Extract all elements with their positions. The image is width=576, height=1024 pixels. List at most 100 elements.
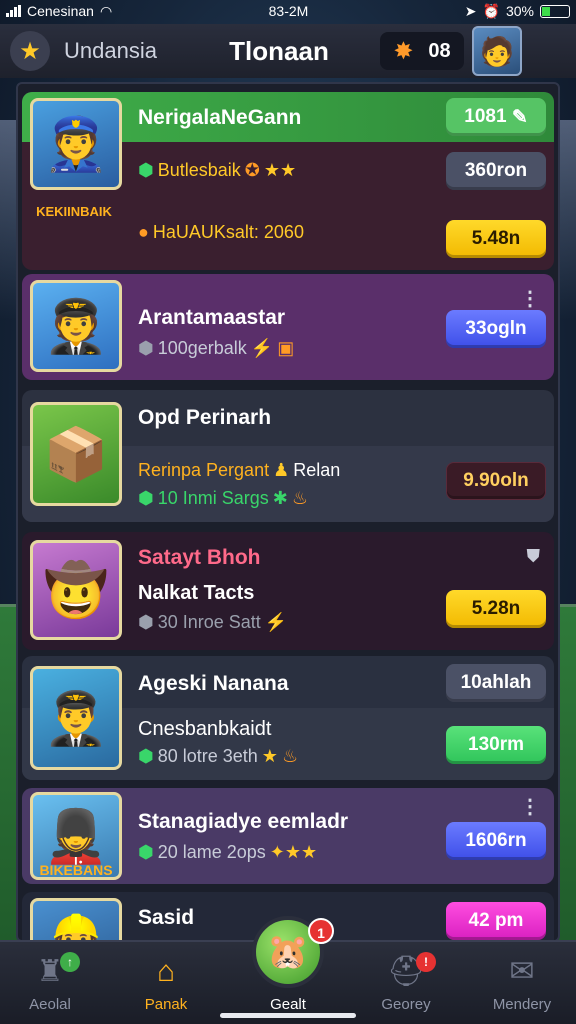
- battery-percent: 30%: [505, 3, 534, 19]
- flame-icon: ♨: [281, 746, 299, 766]
- nav-badge: !: [416, 952, 436, 972]
- gem-icon: ⬢: [138, 612, 154, 632]
- nav-label: Gealt: [270, 996, 306, 1013]
- favorites-button[interactable]: ★: [10, 31, 50, 71]
- gem-icon: ⬢: [138, 488, 154, 508]
- star-rating-icon: ✦★★: [269, 842, 318, 862]
- medal-icon: ✪: [244, 160, 260, 180]
- card-name: Sasid: [138, 906, 195, 929]
- carrier-label: Cenesinan: [27, 3, 94, 19]
- bottom-nav: ♜ ↑ Aeolal ⌂ Panak 🐹 1 Gealt ⛑ ! Georey …: [0, 916, 576, 1024]
- card-portrait: 👷: [30, 898, 122, 940]
- header-subtitle: Undansia: [64, 38, 157, 63]
- home-indicator[interactable]: [220, 1013, 356, 1018]
- card-subtitle-1: Nalkat Tacts: [138, 582, 255, 604]
- wifi-icon: ◠: [99, 2, 113, 19]
- price-button[interactable]: 360ron: [446, 152, 546, 190]
- shield-icon: ⛊: [526, 546, 541, 566]
- avatar-portrait-icon: 🧑: [479, 35, 515, 67]
- status-bar: Cenesinan ◠ 83-2M ➤ ⏰ 30%: [0, 0, 576, 22]
- card-name: Arantamaastar: [138, 306, 286, 329]
- card-name: Satayt Bhoh: [138, 546, 261, 569]
- card-badge: BIKEBANS: [39, 862, 113, 878]
- card-subtitle: ⬢ 30 Inroe Satt ⚡: [138, 612, 288, 632]
- list-item[interactable]: 🧑‍✈️ Arantamaastar ⬢ 100gerbalk ⚡ ▣ ⋮ 33…: [22, 274, 554, 380]
- price-button[interactable]: 130rm: [446, 726, 546, 764]
- card-subtitle-1: Cnesbanbkaidt: [138, 718, 272, 740]
- nav-item-mendery[interactable]: ✉ Mendery: [472, 952, 572, 1013]
- nav-item-panak[interactable]: ⌂ Panak: [116, 952, 216, 1013]
- bolt-icon: ⚡: [250, 338, 274, 358]
- card-subtitle: ⬢ 20 lame 2ops ✦★★: [138, 842, 318, 862]
- price-button[interactable]: 1606rn: [446, 822, 546, 860]
- battery-icon: [539, 4, 570, 18]
- card-name: Stanagiadye eemladr: [138, 810, 349, 833]
- buy-button[interactable]: 5.48n: [446, 220, 546, 258]
- card-name: Ageski Nanana: [138, 672, 289, 695]
- castle-icon: ♜: [36, 955, 64, 988]
- character-icon: 🐹: [266, 933, 310, 971]
- list-item[interactable]: 👨‍✈️ Ageski Nanana 10ahlah Cnesbanbkaidt…: [22, 656, 554, 780]
- list-item[interactable]: 👮 NerigalaNeGann 1081 ✎ ⬢ Butlesbaik ✪ ★…: [22, 92, 554, 270]
- price-button[interactable]: 9.90oln: [446, 462, 546, 500]
- helmet-icon: ⛑: [386, 955, 426, 988]
- player-avatar[interactable]: 🧑: [472, 26, 522, 76]
- top-header: ★ Undansia Tlonaan ✸ 08 🧑: [0, 24, 576, 78]
- signal-icon: [6, 5, 21, 17]
- list-item[interactable]: 💂 BIKEBANS Stanagiadye eemladr ⬢ 20 lame…: [22, 788, 554, 884]
- person-icon: ♟: [273, 460, 290, 480]
- card-subtitle: ⬢ 100gerbalk ⚡ ▣: [138, 338, 295, 358]
- card-extra-line: ● HaUAUKsalt: 2060: [138, 222, 304, 242]
- buy-button[interactable]: 5.28n: [446, 590, 546, 628]
- location-icon: ➤: [464, 2, 477, 19]
- nav-item-georey[interactable]: ⛑ ! Georey: [356, 952, 456, 1013]
- gem-icon: ⬢: [138, 842, 154, 862]
- chest-icon: ▣: [277, 338, 295, 358]
- card-portrait: 👨‍✈️: [30, 666, 122, 770]
- coin-counter[interactable]: ✸ 08: [380, 32, 464, 70]
- flame-icon: ♨: [291, 488, 309, 508]
- star-icon: ★: [19, 37, 41, 65]
- star-coin-icon: ✸: [393, 37, 414, 65]
- coin-count: 08: [428, 39, 451, 62]
- card-portrait: 📦: [30, 402, 122, 506]
- clock: 83-2M: [268, 3, 309, 19]
- notification-badge: 1: [308, 918, 334, 944]
- sparkle-icon: ✱: [272, 488, 288, 508]
- star-rating-icon: ★: [261, 746, 278, 766]
- more-options-icon[interactable]: ⋮: [520, 794, 540, 819]
- bolt-icon: ⚡: [264, 612, 288, 632]
- card-subtitle: ⬢ 80 lotre 3eth ★ ♨: [138, 746, 299, 766]
- gem-icon: ⬢: [138, 338, 154, 358]
- card-subtitle: ⬢ 10 Inmi Sargs ✱ ♨: [138, 488, 309, 508]
- nav-badge: ↑: [60, 952, 80, 972]
- list-item[interactable]: 🤠 Satayt Bhoh Nalkat Tacts ⬢ 30 Inroe Sa…: [22, 532, 554, 650]
- home-icon: ⌂: [156, 955, 176, 988]
- card-badge: KEKIINBAIK: [36, 204, 112, 219]
- card-top-value[interactable]: 10ahlah: [446, 664, 546, 702]
- card-portrait: 🧑‍✈️: [30, 280, 122, 372]
- nav-label: Georey: [381, 996, 431, 1013]
- player-list: 👮 NerigalaNeGann 1081 ✎ ⬢ Butlesbaik ✪ ★…: [16, 82, 560, 942]
- card-top-value[interactable]: 1081 ✎: [446, 98, 546, 136]
- star-rating-icon: ★★: [263, 160, 297, 180]
- list-item[interactable]: 📦 Opd Perinarh Rerinpa Pergant ♟ Relan ⬢…: [22, 390, 554, 522]
- card-name: Opd Perinarh: [138, 406, 272, 429]
- nav-label: Aeolal: [29, 996, 71, 1013]
- gem-icon: ⬢: [138, 160, 154, 180]
- edit-icon: ✎: [511, 106, 528, 128]
- chat-icon: ✉: [509, 955, 535, 988]
- page-title: Tlonaan: [229, 35, 329, 66]
- gem-icon: ⬢: [138, 746, 154, 766]
- price-button[interactable]: 33ogln: [446, 310, 546, 348]
- card-subtitle: ⬢ Butlesbaik ✪ ★★: [138, 160, 297, 180]
- coin-icon: ●: [138, 222, 149, 242]
- card-subtitle-1: Rerinpa Pergant ♟ Relan: [138, 460, 341, 480]
- nav-label: Mendery: [492, 996, 552, 1013]
- card-portrait: 🤠: [30, 540, 122, 640]
- price-button[interactable]: 42 pm: [446, 902, 546, 940]
- card-name: NerigalaNeGann: [138, 106, 302, 129]
- more-options-icon[interactable]: ⋮: [520, 286, 540, 311]
- nav-item-aeolal[interactable]: ♜ ↑ Aeolal: [0, 952, 100, 1013]
- nav-label: Panak: [144, 996, 188, 1013]
